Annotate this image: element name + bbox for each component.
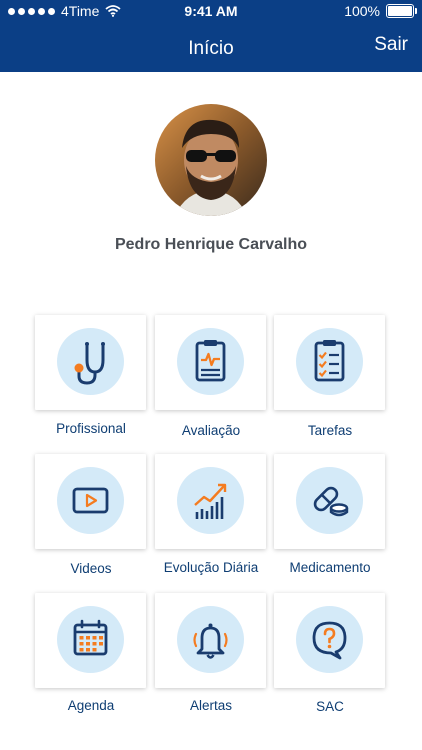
checklist-icon bbox=[314, 340, 345, 382]
battery-icon bbox=[386, 4, 417, 18]
menu-tile-tarefas[interactable] bbox=[274, 315, 385, 410]
battery-info: 100% bbox=[344, 3, 417, 19]
logout-button[interactable]: Sair bbox=[374, 34, 408, 56]
icon-circle bbox=[296, 328, 363, 395]
menu-tile-profissional[interactable] bbox=[35, 315, 146, 410]
menu-tile-sac[interactable] bbox=[274, 593, 385, 688]
menu-label[interactable]: Medicamento bbox=[250, 560, 410, 575]
icon-circle bbox=[57, 467, 124, 534]
icon-circle bbox=[57, 606, 124, 673]
avatar[interactable] bbox=[155, 104, 267, 216]
avatar-photo bbox=[155, 104, 267, 216]
app-header: 4Time 9:41 AM 100% Início Sair bbox=[0, 0, 422, 72]
video-play-icon bbox=[72, 487, 109, 514]
page-title: Início bbox=[188, 38, 234, 59]
menu-tile-videos[interactable] bbox=[35, 454, 146, 549]
icon-circle bbox=[296, 606, 363, 673]
icon-circle bbox=[177, 467, 244, 534]
help-chat-icon bbox=[312, 621, 347, 660]
icon-circle bbox=[57, 328, 124, 395]
bell-icon bbox=[193, 623, 228, 659]
menu-label[interactable]: SAC bbox=[250, 699, 410, 714]
menu-label[interactable]: Tarefas bbox=[250, 423, 410, 438]
menu-tile-evolucao-diaria[interactable] bbox=[155, 454, 266, 549]
growth-chart-icon bbox=[194, 483, 227, 519]
menu-tile-avaliacao[interactable] bbox=[155, 315, 266, 410]
menu-tile-agenda[interactable] bbox=[35, 593, 146, 688]
calendar-icon bbox=[73, 619, 108, 656]
menu-tile-medicamento[interactable] bbox=[274, 454, 385, 549]
icon-circle bbox=[296, 467, 363, 534]
icon-circle bbox=[177, 606, 244, 673]
pills-icon bbox=[313, 486, 349, 517]
battery-percent: 100% bbox=[344, 3, 380, 19]
icon-circle bbox=[177, 328, 244, 395]
status-bar: 4Time 9:41 AM 100% bbox=[0, 0, 422, 24]
menu-tile-alertas[interactable] bbox=[155, 593, 266, 688]
stethoscope-icon bbox=[74, 342, 105, 385]
clipboard-chart-icon bbox=[195, 340, 226, 382]
profile-name: Pedro Henrique Carvalho bbox=[114, 236, 308, 253]
